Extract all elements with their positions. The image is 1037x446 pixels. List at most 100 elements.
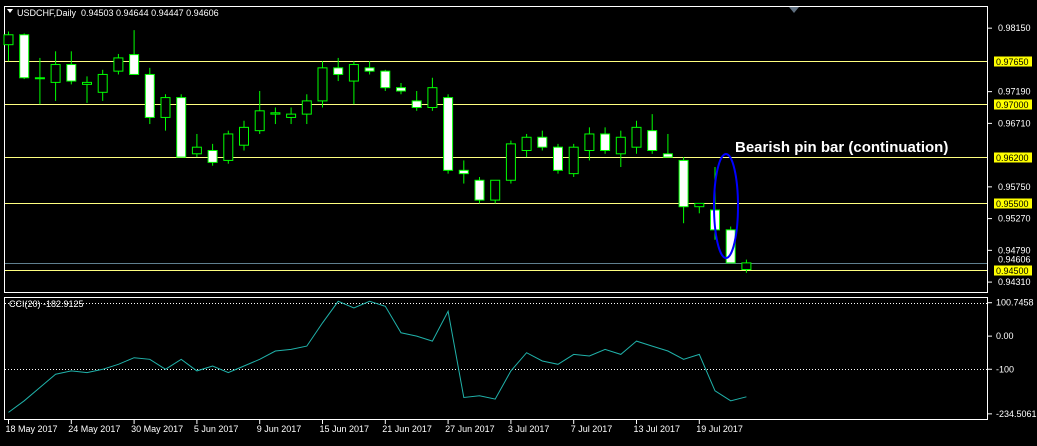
candle[interactable] [34,57,45,105]
cci-panel[interactable]: CCI(20) -182.9125 [4,297,988,420]
candle-body [301,100,312,115]
candle[interactable] [191,133,202,158]
candle[interactable] [223,130,234,164]
time-axis-label: 3 Jul 2017 [508,424,550,434]
annotation-text: Bearish pin bar (continuation) [735,139,948,156]
candle[interactable] [411,90,422,111]
cci-axis: 100.7458 0.00 -100 -234.5061 [988,298,1037,419]
level-price-tag-label: 0.95500 [996,199,1029,209]
price-axis-tick-label: 0.97190 [998,87,1031,97]
candle[interactable] [364,61,375,75]
time-axis-label: 13 Jul 2017 [634,424,681,434]
candle-body [176,97,187,158]
dropdown-arrow-icon[interactable] [7,9,13,13]
candle[interactable] [458,160,469,184]
candle[interactable] [600,127,611,154]
candle-body [333,67,344,75]
candle[interactable] [66,51,77,85]
candle[interactable] [584,127,595,161]
chart-canvas[interactable]: Bearish pin bar (continuation) USDCHF,Da… [0,0,1037,441]
candle-body [584,133,595,151]
time-axis-label: 9 Jun 2017 [257,424,302,434]
candle-body [615,136,626,155]
price-axis: 0.981500.971900.967100.957500.952700.947… [988,23,1032,287]
candle[interactable] [348,61,359,105]
chart-window: Bearish pin bar (continuation) USDCHF,Da… [0,0,1037,441]
candle[interactable] [176,94,187,158]
candle[interactable] [615,130,626,168]
candle-body [254,110,265,132]
candle-body [3,34,14,46]
candle[interactable] [505,140,516,184]
candle[interactable] [662,133,673,158]
candle-body [113,57,124,72]
candle[interactable] [270,107,281,125]
candle-body [129,54,140,75]
candle[interactable] [521,133,532,158]
cci-line [8,300,747,413]
candle[interactable] [301,94,312,125]
candle-body [600,133,611,151]
cci-panel-border [4,297,988,420]
candle[interactable] [97,69,108,101]
level-price-tag-label: 0.97650 [996,57,1029,67]
candle[interactable] [553,143,563,174]
candle[interactable] [568,143,579,177]
time-axis-label: 30 May 2017 [131,424,183,434]
candle[interactable] [129,30,140,75]
candle[interactable] [490,179,501,204]
candle-body [411,100,422,109]
price-axis-tick-label: 0.96710 [998,118,1031,128]
candles [3,30,752,273]
candle-body [286,113,297,118]
price-panel[interactable]: Bearish pin bar (continuation) USDCHF,Da… [3,6,988,293]
price-axis-tick-label: 0.94310 [998,277,1031,287]
candle-body [568,146,579,175]
time-axis-label: 21 Jun 2017 [382,424,432,434]
candle[interactable] [396,83,406,95]
candle[interactable] [631,120,642,154]
candle[interactable] [317,61,328,108]
candle[interactable] [207,143,218,166]
candle[interactable] [19,33,30,80]
candle[interactable] [380,69,391,91]
candle-body [19,34,30,79]
candle[interactable] [647,114,658,154]
candle-body [50,64,61,83]
candle[interactable] [474,176,485,204]
price-axis-tick-label: 0.95270 [998,214,1031,224]
shift-marker-icon[interactable] [789,7,799,13]
candle[interactable] [254,90,265,134]
candle[interactable] [678,157,689,224]
candle[interactable] [427,77,438,111]
candle[interactable] [239,120,249,151]
candle-body [191,146,202,155]
candle-body [66,64,77,82]
candle-body [82,81,92,85]
candle-body [521,136,532,151]
candle-body [239,126,249,146]
candle[interactable] [82,76,92,103]
time-axis-label: 27 Jun 2017 [445,424,495,434]
candle[interactable] [113,53,124,75]
candle-body [741,262,752,271]
time-axis-label: 24 May 2017 [68,424,120,434]
current-price-label: 0.94606 [998,255,1031,265]
level-price-tag-label: 0.97000 [996,100,1029,110]
candle-body [97,73,108,93]
candle[interactable] [50,51,61,101]
level-price-tag-label: 0.94500 [996,266,1029,276]
candle-body [160,97,171,118]
candle[interactable] [160,94,171,131]
candle[interactable] [443,94,454,174]
time-axis-label: 15 Jun 2017 [320,424,370,434]
candle-body [396,87,406,92]
candle[interactable] [537,130,548,151]
candle[interactable] [144,67,155,125]
candle[interactable] [3,31,14,62]
candle[interactable] [286,107,297,125]
time-axis-label: 5 Jun 2017 [194,424,239,434]
candle-body [317,67,328,102]
candle-body [207,149,218,163]
candle[interactable] [694,202,705,214]
